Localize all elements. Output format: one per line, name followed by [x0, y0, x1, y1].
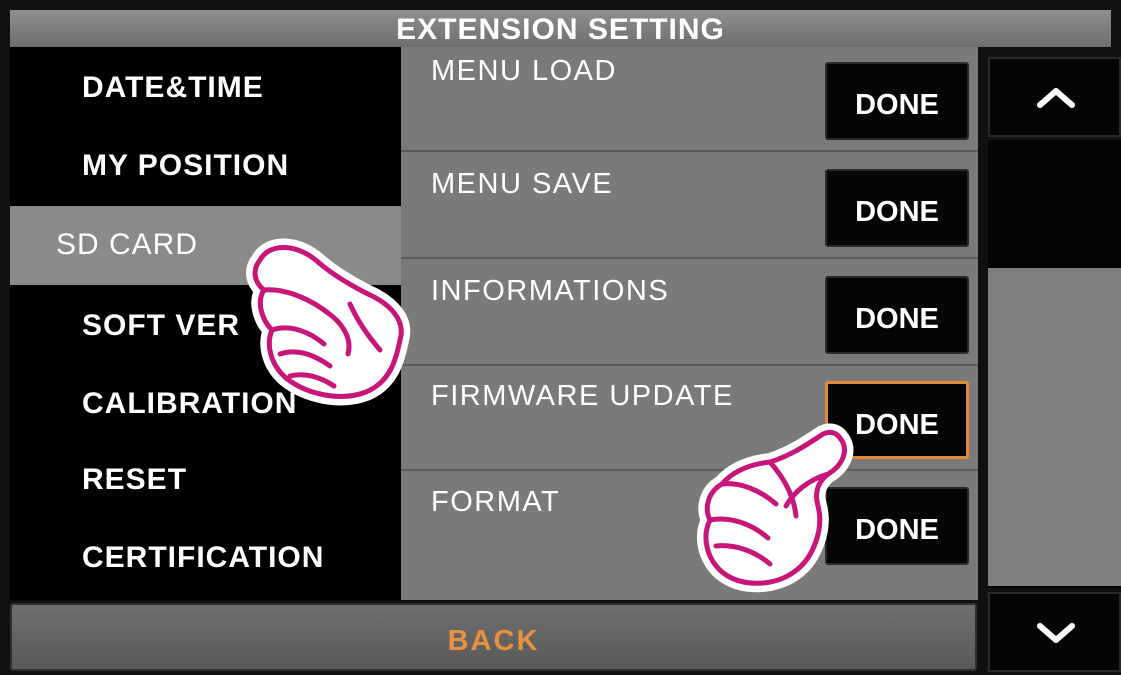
informations-done-button[interactable]: DONE — [825, 276, 969, 354]
sidebar-item-my-position[interactable]: MY POSITION — [10, 125, 401, 203]
pointing-hand-icon — [697, 423, 854, 593]
menu-save-done-button[interactable]: DONE — [825, 169, 969, 247]
setting-label: MENU SAVE — [431, 168, 614, 200]
chevron-down-icon — [1037, 623, 1075, 643]
sidebar-item-reset[interactable]: RESET — [10, 441, 401, 519]
setting-label: FORMAT — [431, 486, 561, 518]
sidebar-item-label: SD CARD — [56, 228, 199, 261]
setting-row-informations: INFORMATIONS DONE — [401, 261, 978, 366]
scroll-up-button[interactable] — [988, 57, 1121, 137]
setting-row-menu-load: MENU LOAD DONE — [401, 47, 978, 152]
sidebar-item-label: RESET — [82, 463, 188, 496]
menu-load-done-button[interactable]: DONE — [825, 62, 969, 140]
setting-label: FIRMWARE UPDATE — [431, 380, 734, 412]
sidebar-item-label: MY POSITION — [82, 149, 290, 182]
setting-label: MENU LOAD — [431, 55, 617, 87]
chevron-up-icon — [1037, 88, 1075, 108]
sidebar-item-certification[interactable]: CERTIFICATION — [10, 519, 401, 597]
device-screen: EXTENSION SETTING DATE&TIME MY POSITION … — [0, 0, 1121, 675]
setting-label: INFORMATIONS — [431, 275, 670, 307]
sidebar-item-label: SOFT VER — [82, 309, 241, 342]
page-title: EXTENSION SETTING — [10, 10, 1111, 47]
back-button[interactable]: BACK — [10, 603, 977, 671]
scrollbar-thumb[interactable] — [988, 268, 1121, 586]
scroll-down-button[interactable] — [988, 592, 1121, 672]
sidebar-item-label: CERTIFICATION — [82, 541, 325, 574]
sidebar-item-date-time[interactable]: DATE&TIME — [10, 47, 401, 125]
pointing-hand-icon — [246, 238, 411, 406]
scrollbar[interactable] — [988, 140, 1121, 588]
sidebar-item-label: DATE&TIME — [82, 71, 264, 104]
setting-row-menu-save: MENU SAVE DONE — [401, 154, 978, 259]
